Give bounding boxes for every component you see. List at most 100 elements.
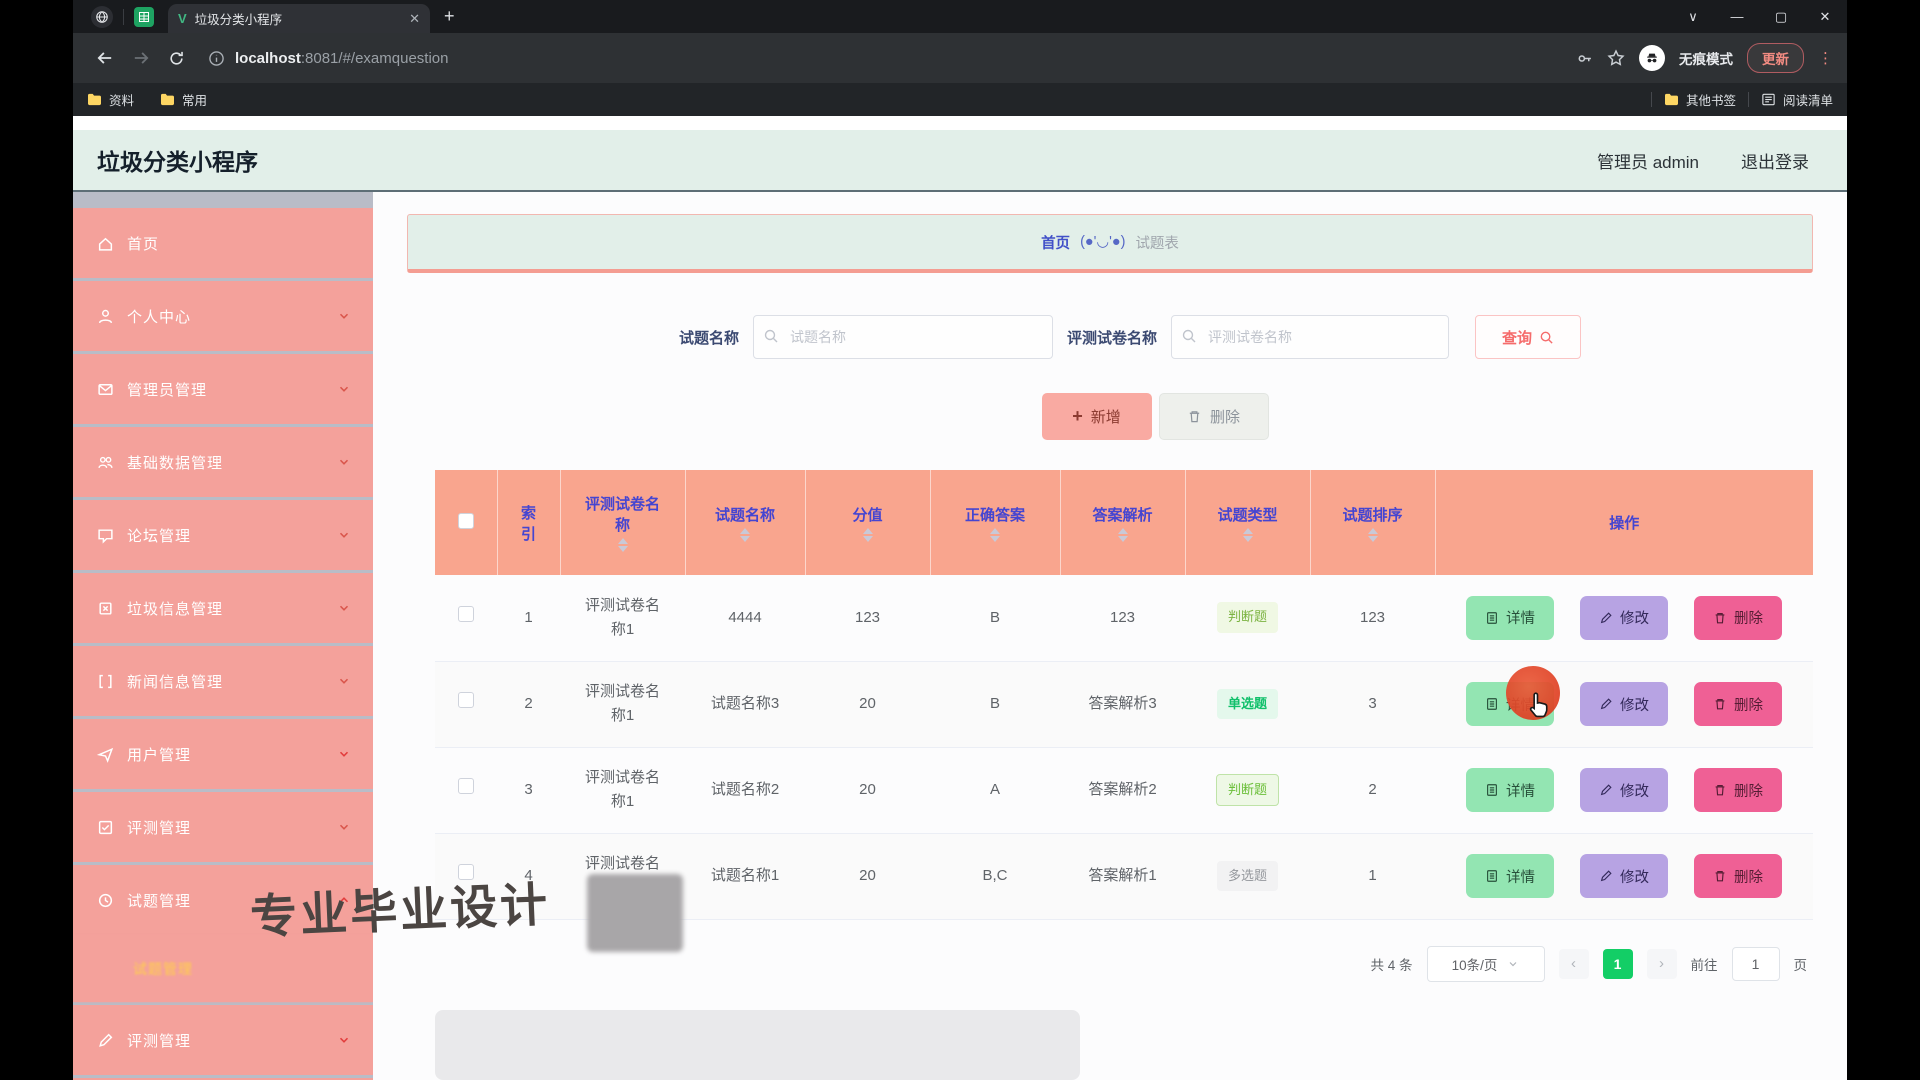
sort-carets[interactable] xyxy=(863,528,873,542)
sort-carets[interactable] xyxy=(990,528,1000,542)
document-icon xyxy=(1485,783,1499,797)
paper-name-input[interactable] xyxy=(1171,315,1449,359)
delete-row-button[interactable]: 删除 xyxy=(1694,854,1782,898)
divider xyxy=(1748,92,1749,107)
pencil-icon xyxy=(1599,697,1613,711)
censor-blur-box xyxy=(587,874,683,952)
bottom-gray-band xyxy=(435,1010,1080,1080)
sidebar-item-garbage-info-management[interactable]: 垃圾信息管理 xyxy=(73,573,373,643)
total-count: 共 4 条 xyxy=(1370,954,1412,974)
new-tab-button[interactable]: + xyxy=(444,6,455,27)
sidebar-item-user-management[interactable]: 用户管理 xyxy=(73,719,373,789)
tab-search-icon[interactable]: ∨ xyxy=(1671,9,1715,25)
query-button[interactable]: 查询 xyxy=(1475,315,1581,359)
menu-dots-icon[interactable]: ⋮ xyxy=(1818,56,1833,61)
edit-button[interactable]: 修改 xyxy=(1580,682,1668,726)
sort-carets[interactable] xyxy=(618,538,628,552)
sidebar-item-home[interactable]: 首页 xyxy=(73,208,373,278)
bookmark-star-icon[interactable] xyxy=(1607,49,1625,67)
detail-button[interactable]: 详情 xyxy=(1466,768,1554,812)
sort-carets[interactable] xyxy=(1243,528,1253,542)
delete-button[interactable]: 删除 xyxy=(1159,393,1269,440)
box-icon xyxy=(97,600,114,617)
sort-carets[interactable] xyxy=(1368,528,1378,542)
close-button[interactable]: ✕ xyxy=(1803,9,1847,25)
delete-row-button[interactable]: 删除 xyxy=(1694,682,1782,726)
pen-icon xyxy=(97,1032,114,1049)
edit-button[interactable]: 修改 xyxy=(1580,854,1668,898)
detail-button[interactable]: 详情 xyxy=(1466,596,1554,640)
logout-link[interactable]: 退出登录 xyxy=(1741,148,1809,173)
forward-icon[interactable] xyxy=(132,49,150,67)
edit-button[interactable]: 修改 xyxy=(1580,596,1668,640)
browser-window: V 垃圾分类小程序 ✕ + ∨ — ▢ ✕ localhost:8081/#/e… xyxy=(73,0,1847,1080)
page-size-select[interactable]: 10条/页 xyxy=(1427,946,1545,982)
sheet-app-icon[interactable] xyxy=(134,7,154,27)
reading-list[interactable]: 阅读清单 xyxy=(1761,90,1833,109)
clock-icon xyxy=(97,892,114,909)
users-icon xyxy=(97,454,114,471)
maximize-button[interactable]: ▢ xyxy=(1759,9,1803,25)
url-bar[interactable]: localhost:8081/#/examquestion xyxy=(235,50,448,67)
row-checkbox[interactable] xyxy=(458,606,474,622)
sidebar-item-evaluation-management[interactable]: 评测管理 xyxy=(73,792,373,862)
chevron-down-icon xyxy=(337,382,351,396)
sidebar-item-forum-management[interactable]: 论坛管理 xyxy=(73,500,373,570)
edit-button[interactable]: 修改 xyxy=(1580,768,1668,812)
row-checkbox[interactable] xyxy=(458,692,474,708)
pencil-icon xyxy=(1599,611,1613,625)
goto-label: 前往 xyxy=(1691,954,1718,974)
search-icon xyxy=(1539,330,1554,345)
brackets-icon xyxy=(97,673,114,690)
bookmark-folder[interactable]: 资料 xyxy=(87,90,134,109)
tab-close-icon[interactable]: ✕ xyxy=(409,11,420,27)
paper-name-label: 评测试卷名称 xyxy=(1067,327,1157,348)
sidebar-item-evaluation-management-2[interactable]: 评测管理 xyxy=(73,1005,373,1075)
select-all-checkbox[interactable] xyxy=(458,513,474,529)
app-header: 垃圾分类小程序 管理员 admin 退出登录 xyxy=(73,130,1847,192)
bookmark-folder[interactable]: 常用 xyxy=(160,90,207,109)
browser-tab[interactable]: V 垃圾分类小程序 ✕ xyxy=(168,4,430,33)
reload-icon[interactable] xyxy=(168,50,185,67)
hand-cursor-icon xyxy=(1525,690,1553,720)
delete-row-button[interactable]: 删除 xyxy=(1694,596,1782,640)
site-info-icon[interactable] xyxy=(208,50,225,67)
sidebar-item-base-data-management[interactable]: 基础数据管理 xyxy=(73,427,373,497)
next-page-button[interactable]: › xyxy=(1647,949,1677,979)
goto-page-input[interactable] xyxy=(1732,947,1780,981)
current-user: 管理员 admin xyxy=(1597,148,1699,173)
add-button[interactable]: + 新增 xyxy=(1042,393,1152,440)
type-tag: 判断题 xyxy=(1217,602,1278,633)
chevron-down-icon xyxy=(337,674,351,688)
sidebar: 首页 个人中心 管理员管理 基础数据管理 论坛管理 xyxy=(73,192,373,1080)
divider xyxy=(1651,92,1652,107)
sort-carets[interactable] xyxy=(1118,528,1128,542)
update-button[interactable]: 更新 xyxy=(1747,43,1804,73)
chat-icon xyxy=(97,527,114,544)
sidebar-subitem-question-management-active[interactable]: 试题管理 xyxy=(73,935,373,1002)
trash-icon xyxy=(1713,697,1727,711)
minimize-button[interactable]: — xyxy=(1715,9,1759,24)
detail-button[interactable]: 详情 xyxy=(1466,854,1554,898)
globe-icon[interactable] xyxy=(91,6,113,28)
page-top-strip xyxy=(73,116,1847,130)
table-toolbar: + 新增 删除 xyxy=(407,393,1813,440)
sidebar-item-news-management[interactable]: 新闻信息管理 xyxy=(73,646,373,716)
current-page[interactable]: 1 xyxy=(1603,949,1633,979)
chevron-down-icon xyxy=(337,747,351,761)
other-bookmarks[interactable]: 其他书签 xyxy=(1664,90,1736,109)
sidebar-item-admin-management[interactable]: 管理员管理 xyxy=(73,354,373,424)
sort-carets[interactable] xyxy=(740,528,750,542)
incognito-icon xyxy=(1639,45,1665,71)
key-icon[interactable] xyxy=(1576,50,1593,67)
question-name-input[interactable] xyxy=(753,315,1053,359)
delete-row-button[interactable]: 删除 xyxy=(1694,768,1782,812)
sidebar-item-personal-center[interactable]: 个人中心 xyxy=(73,281,373,351)
prev-page-button[interactable]: ‹ xyxy=(1559,949,1589,979)
incognito-label: 无痕模式 xyxy=(1679,48,1733,68)
back-icon[interactable] xyxy=(96,49,114,67)
chevron-down-icon xyxy=(337,528,351,542)
breadcrumb-home[interactable]: 首页 xyxy=(1041,232,1070,253)
row-checkbox[interactable] xyxy=(458,778,474,794)
questions-table: 索引 评测试卷名称 试题名称 分值 正确答案 答案解析 试题类型 试题排序 操作 xyxy=(435,470,1813,920)
